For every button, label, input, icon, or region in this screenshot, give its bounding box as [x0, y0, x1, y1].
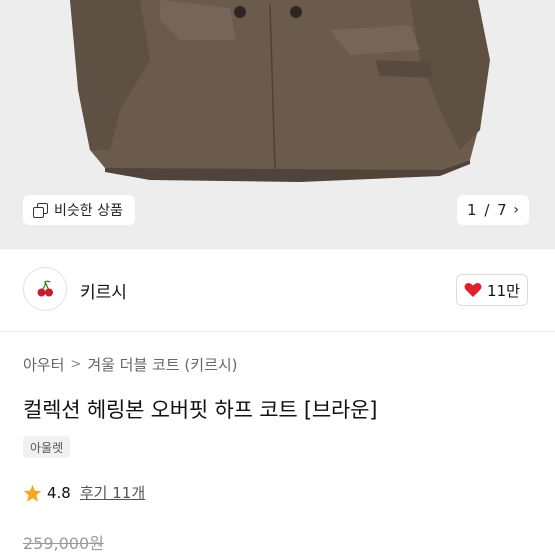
chevron-right-icon: >: [70, 357, 82, 372]
product-title: 컬렉션 헤링본 오버핏 하프 코트 [브라운]: [23, 398, 378, 422]
star-icon: [23, 484, 42, 502]
breadcrumb-item-outer[interactable]: 아우터: [23, 354, 64, 375]
heart-icon: [464, 282, 482, 297]
image-pager[interactable]: 1 / 7 ›: [457, 195, 529, 225]
similar-products-label: 비슷한 상품: [54, 203, 123, 219]
product-image-gallery[interactable]: 비슷한 상품 1 / 7 ›: [0, 0, 555, 249]
rating-row: 4.8 후기 11개: [23, 482, 145, 503]
brand-logo[interactable]: [23, 267, 67, 311]
brand-row: 키르시 11만: [0, 263, 555, 315]
outlet-tag: 아울렛: [23, 436, 71, 458]
original-price: 259,000원: [23, 534, 104, 553]
breadcrumb: 아우터 > 겨울 더블 코트 (키르시): [23, 354, 238, 375]
chevron-right-icon: ›: [513, 202, 519, 218]
cherry-logo: [37, 280, 53, 297]
similar-products-button[interactable]: 비슷한 상품: [23, 195, 135, 225]
stacked-squares-icon: [33, 202, 48, 218]
like-count: 11만: [487, 281, 520, 300]
brand-name[interactable]: 키르시: [80, 278, 127, 303]
breadcrumb-item-category[interactable]: 겨울 더블 코트 (키르시): [87, 354, 237, 375]
section-divider: [0, 331, 555, 332]
rating-score: 4.8: [47, 483, 71, 502]
pager-text: 1 / 7: [467, 201, 507, 219]
reviews-link[interactable]: 후기 11개: [80, 482, 145, 503]
like-button[interactable]: 11만: [456, 274, 528, 306]
